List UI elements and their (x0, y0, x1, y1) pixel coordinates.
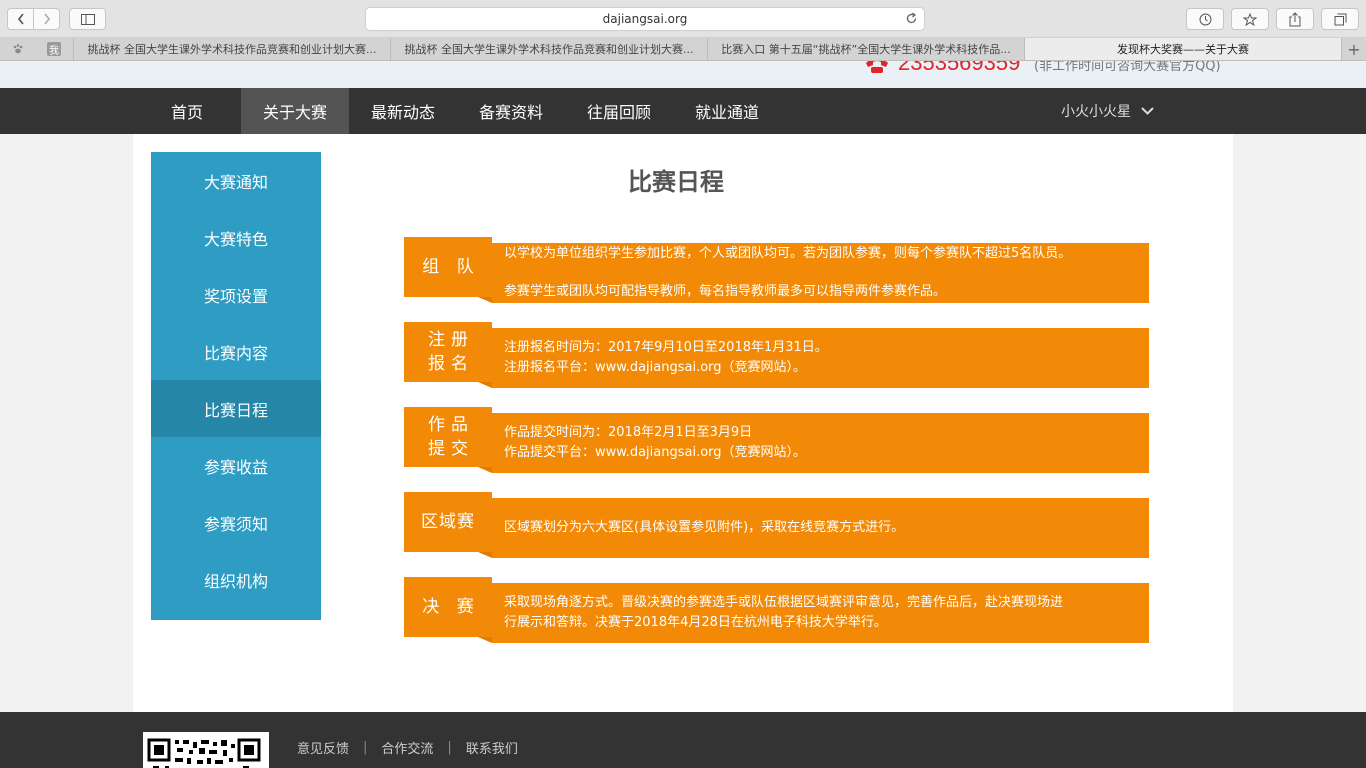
chevron-down-icon (1141, 107, 1154, 115)
schedule-label: 注册 报名 (404, 322, 492, 382)
bookmarks-button[interactable] (1231, 8, 1269, 30)
content-area: 大赛通知 大赛特色 奖项设置 比赛内容 比赛日程 参赛收益 参赛须知 组织机构 … (133, 134, 1233, 712)
schedule-label-text: 组 队 (422, 257, 480, 277)
schedule-label: 区域赛 (404, 492, 492, 552)
footer-links: 意见反馈 | 合作交流 | 联系我们 (297, 738, 518, 757)
browser-tab[interactable]: 比赛入口 第十五届“挑战杯”全国大学生课外学术科技作品... (708, 38, 1025, 60)
schedule-line: 区域赛划分为六大赛区(具体设置参见附件)，采取在线竞赛方式进行。 (504, 520, 905, 535)
schedule-desc: 以学校为单位组织学生参加比赛，个人或团队均可。若为团队参赛，则每个参赛队不超过5… (492, 243, 1149, 303)
sidebar-toggle-button[interactable] (69, 8, 106, 30)
schedule-row-final: 采取现场角逐方式。晋级决赛的参赛选手或队伍根据区域赛评审意见，完善作品后，赴决赛… (404, 577, 1149, 643)
nav-jobs[interactable]: 就业通道 (673, 88, 781, 134)
sidebar-item-schedule[interactable]: 比赛日程 (151, 380, 321, 437)
tabs-overview-button[interactable] (1321, 8, 1359, 30)
url-text: dajiangsai.org (602, 12, 688, 26)
page-title: 比赛日程 (628, 168, 724, 196)
schedule-line: 以学校为单位组织学生参加比赛，个人或团队均可。若为团队参赛，则每个参赛队不超过5… (504, 246, 1072, 261)
sidebar-item-content[interactable]: 比赛内容 (151, 323, 321, 380)
back-button[interactable] (7, 8, 34, 30)
sidebar: 大赛通知 大赛特色 奖项设置 比赛内容 比赛日程 参赛收益 参赛须知 组织机构 (151, 152, 321, 620)
schedule-line: 作品提交时间为：2018年2月1日至3月9日 (504, 425, 753, 440)
footer-separator: | (363, 740, 368, 755)
pinned-tab-paw-icon[interactable] (10, 41, 26, 57)
schedule-desc: 区域赛划分为六大赛区(具体设置参见附件)，采取在线竞赛方式进行。 (492, 498, 1149, 558)
hotline-note: (非工作时间可咨询大赛官方QQ) (1034, 61, 1221, 74)
footer-link-contact[interactable]: 联系我们 (466, 738, 518, 757)
sidebar-item-awards[interactable]: 奖项设置 (151, 266, 321, 323)
history-button[interactable] (1186, 8, 1224, 30)
schedule-row-submit: 作品提交时间为：2018年2月1日至3月9日 作品提交平台：www.dajian… (404, 407, 1149, 473)
schedule-label-text: 报名 (428, 354, 474, 374)
schedule-row-register: 注册报名时间为：2017年9月10日至2018年1月31日。 注册报名平台：ww… (404, 322, 1149, 388)
schedule-label-text: 提交 (428, 439, 474, 459)
footer-link-cooperation[interactable]: 合作交流 (381, 738, 433, 757)
nav-materials[interactable]: 备赛资料 (457, 88, 565, 134)
pinned-tab-icon[interactable]: 我 (47, 42, 61, 57)
sidebar-item-guidelines[interactable]: 参赛须知 (151, 494, 321, 551)
nav-about[interactable]: 关于大赛 (241, 88, 349, 134)
browser-toolbar: dajiangsai.org (0, 0, 1366, 38)
schedule-label-text: 作品 (428, 415, 474, 435)
schedule-line: 注册报名时间为：2017年9月10日至2018年1月31日。 (504, 340, 828, 355)
site-top-strip: 2353569359 (非工作时间可咨询大赛官方QQ) (0, 61, 1366, 88)
tab-bar: 我 挑战杯 全国大学生课外学术科技作品竞赛和创业计划大赛... 挑战杯 全国大学… (0, 38, 1366, 61)
share-button[interactable] (1276, 8, 1314, 30)
schedule-label-text: 区域赛 (421, 512, 475, 532)
schedule-label: 组 队 (404, 237, 492, 297)
phone-icon (866, 61, 888, 73)
schedule-row-regional: 区域赛划分为六大赛区(具体设置参见附件)，采取在线竞赛方式进行。 区域赛 (404, 492, 1149, 558)
schedule-desc: 作品提交时间为：2018年2月1日至3月9日 作品提交平台：www.dajian… (492, 413, 1149, 473)
user-menu[interactable]: 小火小火星 (1061, 88, 1154, 134)
footer-link-feedback[interactable]: 意见反馈 (297, 738, 349, 757)
schedule-label-text: 决 赛 (422, 597, 480, 617)
browser-tab[interactable]: 挑战杯 全国大学生课外学术科技作品竞赛和创业计划大赛... (73, 38, 391, 60)
browser-tab-active[interactable]: 发现杯大奖赛——关于大赛 (1025, 38, 1342, 60)
schedule-label: 决 赛 (404, 577, 492, 637)
sidebar-item-organization[interactable]: 组织机构 (151, 551, 321, 608)
schedule-row-team: 以学校为单位组织学生参加比赛，个人或团队均可。若为团队参赛，则每个参赛队不超过5… (404, 237, 1149, 303)
schedule-line: 行展示和答辩。决赛于2018年4月28日在杭州电子科技大学举行。 (504, 615, 887, 630)
schedule-label-text: 注册 (428, 330, 474, 350)
schedule-label: 作品 提交 (404, 407, 492, 467)
hotline-number: 2353569359 (898, 61, 1021, 75)
sidebar-item-benefits[interactable]: 参赛收益 (151, 437, 321, 494)
schedule-desc: 注册报名时间为：2017年9月10日至2018年1月31日。 注册报名平台：ww… (492, 328, 1149, 388)
sidebar-item-features[interactable]: 大赛特色 (151, 209, 321, 266)
new-tab-button[interactable]: + (1342, 38, 1366, 60)
schedule-line: 采取现场角逐方式。晋级决赛的参赛选手或队伍根据区域赛评审意见，完善作品后，赴决赛… (504, 595, 1064, 610)
sidebar-icon (80, 13, 95, 25)
sidebar-item-notice[interactable]: 大赛通知 (151, 152, 321, 209)
username: 小火小火星 (1061, 104, 1131, 120)
schedule-line: 注册报名平台：www.dajiangsai.org（竞赛网站）。 (504, 360, 807, 375)
schedule-line: 参赛学生或团队均可配指导教师，每名指导教师最多可以指导两件参赛作品。 (504, 284, 947, 299)
tabs-icon (1334, 13, 1346, 25)
chevron-right-icon (43, 13, 50, 25)
schedule-desc: 采取现场角逐方式。晋级决赛的参赛选手或队伍根据区域赛评审意见，完善作品后，赴决赛… (492, 583, 1149, 643)
star-icon (1243, 12, 1257, 26)
reload-icon[interactable] (905, 12, 918, 28)
footer-separator: | (447, 740, 452, 755)
nav-review[interactable]: 往届回顾 (565, 88, 673, 134)
nav-news[interactable]: 最新动态 (349, 88, 457, 134)
nav-home[interactable]: 首页 (133, 88, 241, 134)
main-nav: 首页 关于大赛 最新动态 备赛资料 往届回顾 就业通道 小火小火星 (0, 88, 1366, 134)
schedule-line: 作品提交平台：www.dajiangsai.org（竞赛网站）。 (504, 445, 807, 460)
site-footer: 意见反馈 | 合作交流 | 联系我们 (0, 712, 1366, 768)
chevron-left-icon (17, 13, 24, 25)
share-icon (1289, 11, 1301, 26)
clock-icon (1199, 13, 1211, 25)
forward-button[interactable] (33, 8, 60, 30)
address-bar[interactable]: dajiangsai.org (365, 7, 925, 31)
qr-code-image (143, 732, 269, 768)
browser-tab[interactable]: 挑战杯 全国大学生课外学术科技作品竞赛和创业计划大赛... (391, 38, 708, 60)
